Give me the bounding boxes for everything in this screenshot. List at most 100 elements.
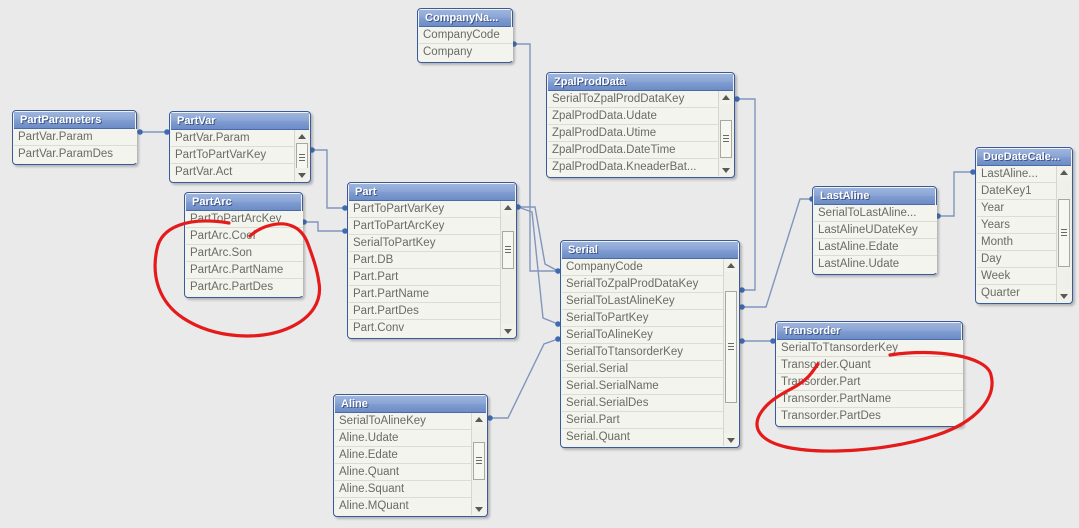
- field-row[interactable]: PartArc.PartName: [186, 262, 303, 279]
- field-row[interactable]: PartArc.Coef: [186, 228, 303, 245]
- field-row[interactable]: SerialToAlineKey: [335, 413, 473, 430]
- scrollbar-thumb[interactable]: [473, 442, 485, 480]
- scrollbar-duedatecale[interactable]: [1056, 166, 1071, 302]
- table-lastaline[interactable]: LastAline SerialToLastAline... LastAlineUD…: [812, 186, 937, 275]
- scroll-down-arrow-icon[interactable]: [719, 163, 733, 176]
- scrollbar-aline[interactable]: [471, 413, 486, 515]
- scroll-up-arrow-icon[interactable]: [295, 130, 309, 143]
- field-row[interactable]: Serial.SerialDes: [562, 395, 725, 412]
- field-row[interactable]: SerialToTtansorderKey: [777, 340, 963, 357]
- field-row[interactable]: PartVar.Param: [171, 130, 296, 147]
- field-row[interactable]: Aline.MQuant: [335, 498, 473, 515]
- field-row[interactable]: Part.Part: [349, 269, 502, 286]
- table-aline[interactable]: Aline SerialToAlineKey Aline.Udate Aline.Ed…: [333, 394, 488, 517]
- field-row[interactable]: Year: [977, 200, 1058, 217]
- table-partvar[interactable]: PartVar PartVar.Param PartToPartVarKey Part…: [169, 111, 311, 183]
- field-row[interactable]: PartArc.PartDes: [186, 279, 303, 296]
- scrollbar-part[interactable]: [500, 201, 515, 337]
- field-row[interactable]: PartToPartVarKey: [349, 201, 502, 218]
- scroll-up-arrow-icon[interactable]: [501, 201, 515, 214]
- field-list-partparameters: PartVar.Param PartVar.ParamDes: [14, 129, 137, 163]
- scrollbar-thumb[interactable]: [1058, 199, 1070, 267]
- scroll-up-arrow-icon[interactable]: [1057, 166, 1071, 179]
- field-row[interactable]: Company: [419, 44, 513, 61]
- scrollbar-zpalproddata[interactable]: [718, 91, 733, 176]
- field-row[interactable]: Years: [977, 217, 1058, 234]
- scrollbar-thumb[interactable]: [720, 120, 732, 158]
- field-row[interactable]: Aline.Quant: [335, 464, 473, 481]
- link-aline-serial: [490, 338, 559, 419]
- table-partarc[interactable]: PartArc PartToPartArcKey PartArc.Coef PartA…: [184, 192, 303, 298]
- field-row[interactable]: Part.DB: [349, 252, 502, 269]
- field-row[interactable]: Week: [977, 268, 1058, 285]
- scrollbar-thumb[interactable]: [502, 231, 514, 269]
- field-row[interactable]: DateKey1: [977, 183, 1058, 200]
- field-row[interactable]: Aline.Edate: [335, 447, 473, 464]
- table-part[interactable]: Part PartToPartVarKey PartToPartArcKey Seri…: [347, 182, 517, 339]
- field-row[interactable]: Part.Conv: [349, 320, 502, 337]
- scrollbar-serial[interactable]: [723, 259, 738, 446]
- table-body-aline: SerialToAlineKey Aline.Udate Aline.Edate Al…: [335, 413, 486, 515]
- field-row[interactable]: ZpalProdData.Udate: [548, 108, 720, 125]
- table-body-transorder: SerialToTtansorderKey Transorder.Quant Tra…: [777, 340, 963, 425]
- field-row[interactable]: ZpalProdData.DateTime: [548, 142, 720, 159]
- field-row[interactable]: ZpalProdData.Utime: [548, 125, 720, 142]
- field-row[interactable]: SerialToLastAline...: [814, 205, 937, 222]
- field-row[interactable]: PartArc.Son: [186, 245, 303, 262]
- field-row[interactable]: Transorder.PartName: [777, 391, 963, 408]
- field-row[interactable]: PartToPartVarKey: [171, 147, 296, 164]
- field-row[interactable]: SerialToZpalProdDataKey: [562, 276, 725, 293]
- scroll-down-arrow-icon[interactable]: [724, 433, 738, 446]
- table-companyname[interactable]: CompanyNa... CompanyCode Company: [417, 8, 513, 63]
- field-row[interactable]: Transorder.Quant: [777, 357, 963, 374]
- field-row[interactable]: ZpalProdData.KneaderBat...: [548, 159, 720, 176]
- field-row[interactable]: PartToPartArcKey: [186, 211, 303, 228]
- scroll-down-arrow-icon[interactable]: [295, 168, 309, 181]
- field-row[interactable]: PartVar.Act: [171, 164, 296, 181]
- field-row[interactable]: Serial.SerialName: [562, 378, 725, 395]
- field-list-transorder: SerialToTtansorderKey Transorder.Quant Tra…: [777, 340, 963, 425]
- field-row[interactable]: Month: [977, 234, 1058, 251]
- link-serial-lastaline: [742, 198, 812, 308]
- field-row[interactable]: Part.PartName: [349, 286, 502, 303]
- table-partparameters[interactable]: PartParameters PartVar.Param PartVar.Param…: [12, 110, 137, 165]
- scroll-down-arrow-icon[interactable]: [472, 502, 486, 515]
- field-row[interactable]: Part.PartDes: [349, 303, 502, 320]
- field-row[interactable]: Aline.Squant: [335, 481, 473, 498]
- scrollbar-thumb[interactable]: [725, 291, 737, 403]
- scroll-up-arrow-icon[interactable]: [724, 259, 738, 272]
- field-row[interactable]: Day: [977, 251, 1058, 268]
- field-row[interactable]: SerialToPartKey: [349, 235, 502, 252]
- field-row[interactable]: LastAline...: [977, 166, 1058, 183]
- field-row[interactable]: SerialToLastAlineKey: [562, 293, 725, 310]
- table-serial[interactable]: Serial CompanyCode SerialToZpalProdDataKey…: [560, 240, 740, 448]
- field-row[interactable]: SerialToAlineKey: [562, 327, 725, 344]
- field-row[interactable]: PartToPartArcKey: [349, 218, 502, 235]
- field-row[interactable]: LastAline.Edate: [814, 239, 937, 256]
- scroll-up-arrow-icon[interactable]: [472, 413, 486, 426]
- scrollbar-partvar[interactable]: [294, 130, 309, 181]
- field-row[interactable]: Serial.Part: [562, 412, 725, 429]
- field-row[interactable]: Transorder.Part: [777, 374, 963, 391]
- field-row[interactable]: SerialToZpalProdDataKey: [548, 91, 720, 108]
- field-row[interactable]: Aline.Udate: [335, 430, 473, 447]
- field-row[interactable]: Serial.Quant: [562, 429, 725, 446]
- scroll-up-arrow-icon[interactable]: [719, 91, 733, 104]
- field-list-lastaline: SerialToLastAline... LastAlineUDateKey Las…: [814, 205, 937, 273]
- table-zpalproddata[interactable]: ZpalProdData SerialToZpalProdDataKey ZpalP…: [546, 72, 735, 178]
- field-row[interactable]: SerialToTtansorderKey: [562, 344, 725, 361]
- field-row[interactable]: LastAline.Udate: [814, 256, 937, 273]
- table-duedatecale[interactable]: DueDateCale... LastAline... DateKey1 Year Ye…: [975, 147, 1073, 304]
- scroll-down-arrow-icon[interactable]: [501, 324, 515, 337]
- field-row[interactable]: PartVar.Param: [14, 129, 137, 146]
- field-row[interactable]: CompanyCode: [562, 259, 725, 276]
- field-row[interactable]: SerialToPartKey: [562, 310, 725, 327]
- field-row[interactable]: CompanyCode: [419, 27, 513, 44]
- field-row[interactable]: PartVar.ParamDes: [14, 146, 137, 163]
- field-row[interactable]: Serial.Serial: [562, 361, 725, 378]
- field-row[interactable]: Transorder.PartDes: [777, 408, 963, 425]
- field-row[interactable]: Quarter: [977, 285, 1058, 302]
- scroll-down-arrow-icon[interactable]: [1057, 289, 1071, 302]
- table-transorder[interactable]: Transorder SerialToTtansorderKey Transorde…: [775, 321, 963, 427]
- field-row[interactable]: LastAlineUDateKey: [814, 222, 937, 239]
